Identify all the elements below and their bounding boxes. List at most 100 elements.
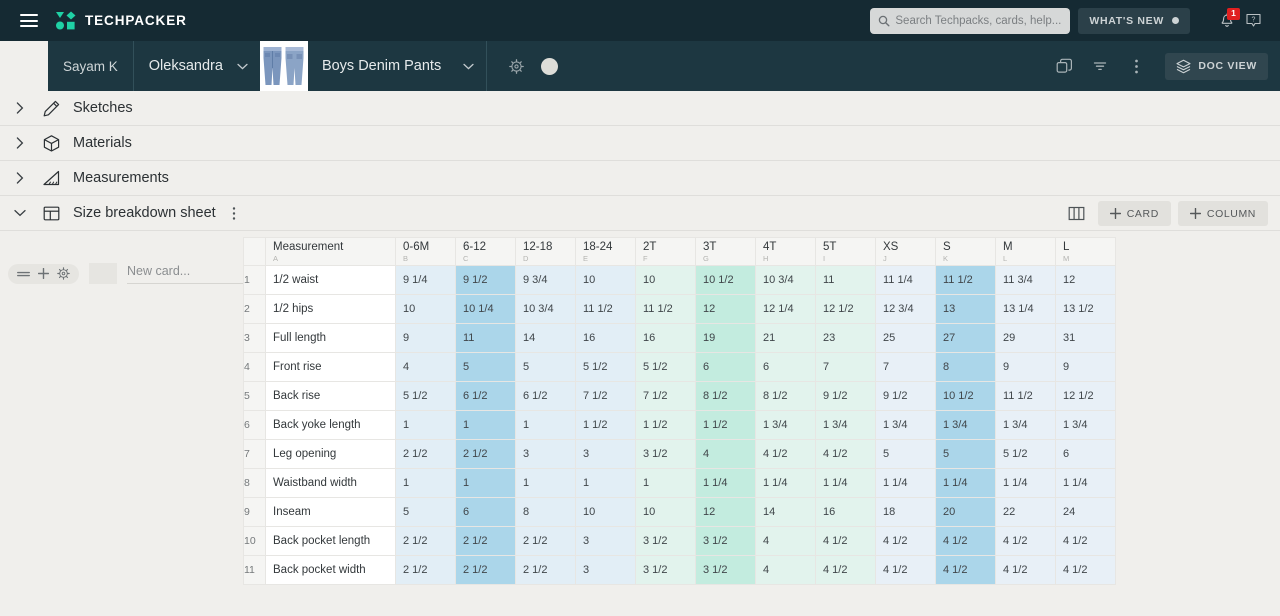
measurement-value-cell[interactable]: 1 [515, 410, 576, 440]
measurement-value-cell[interactable]: 1 1/4 [755, 468, 816, 498]
measurement-value-cell[interactable]: 25 [875, 323, 936, 353]
chevron-right-icon[interactable] [0, 172, 40, 184]
measurement-name-cell[interactable]: 1/2 hips [265, 294, 396, 324]
measurement-name-cell[interactable]: Back pocket length [265, 526, 396, 556]
measurement-value-cell[interactable]: 12 3/4 [875, 294, 936, 324]
measurement-value-cell[interactable]: 13 1/4 [995, 294, 1056, 324]
measurement-value-cell[interactable]: 1 1/4 [875, 468, 936, 498]
measurement-value-cell[interactable]: 1 [575, 468, 636, 498]
measurement-value-cell[interactable]: 3 1/2 [695, 555, 756, 585]
measurement-value-cell[interactable]: 10 [575, 497, 636, 527]
techpack-thumbnail[interactable] [259, 41, 308, 91]
measurement-value-cell[interactable]: 3 [575, 526, 636, 556]
measurement-value-cell[interactable]: 1 3/4 [1055, 410, 1116, 440]
measurement-value-cell[interactable]: 9 1/2 [815, 381, 876, 411]
measurement-value-cell[interactable]: 1 3/4 [755, 410, 816, 440]
breadcrumb-user[interactable]: Sayam K [48, 41, 134, 91]
measurement-value-cell[interactable]: 13 1/2 [1055, 294, 1116, 324]
measurement-value-cell[interactable]: 14 [515, 323, 576, 353]
notifications-button[interactable]: 1 [1214, 7, 1240, 34]
measurement-value-cell[interactable]: 11 1/4 [875, 265, 936, 295]
gear-icon[interactable] [501, 51, 531, 81]
column-header-e[interactable]: 18-24 E [575, 237, 636, 266]
measurement-value-cell[interactable]: 6 [755, 352, 816, 382]
measurement-value-cell[interactable]: 1 3/4 [995, 410, 1056, 440]
measurement-value-cell[interactable]: 8 [935, 352, 996, 382]
measurement-name-cell[interactable]: Front rise [265, 352, 396, 382]
measurement-value-cell[interactable]: 6 [695, 352, 756, 382]
measurement-value-cell[interactable]: 10 [635, 497, 696, 527]
measurement-value-cell[interactable]: 4 [755, 526, 816, 556]
measurement-value-cell[interactable]: 5 [935, 439, 996, 469]
measurement-value-cell[interactable]: 10 [635, 265, 696, 295]
measurement-value-cell[interactable]: 6 1/2 [515, 381, 576, 411]
column-header-j[interactable]: XS J [875, 237, 936, 266]
duplicate-icon[interactable] [1049, 51, 1079, 81]
measurement-value-cell[interactable]: 4 1/2 [1055, 526, 1116, 556]
column-header-h[interactable]: 4T H [755, 237, 816, 266]
measurement-value-cell[interactable]: 1 [395, 468, 456, 498]
measurement-value-cell[interactable]: 8 [515, 497, 576, 527]
measurement-value-cell[interactable]: 5 1/2 [395, 381, 456, 411]
measurement-value-cell[interactable]: 1 1/4 [1055, 468, 1116, 498]
measurement-value-cell[interactable]: 2 1/2 [395, 526, 456, 556]
measurement-value-cell[interactable]: 29 [995, 323, 1056, 353]
measurement-value-cell[interactable]: 3 1/2 [635, 526, 696, 556]
measurement-value-cell[interactable]: 8 1/2 [695, 381, 756, 411]
measurement-value-cell[interactable]: 9 3/4 [515, 265, 576, 295]
measurement-value-cell[interactable]: 2 1/2 [395, 555, 456, 585]
measurement-value-cell[interactable]: 5 [875, 439, 936, 469]
measurement-value-cell[interactable]: 10 3/4 [755, 265, 816, 295]
measurement-value-cell[interactable]: 4 1/2 [935, 555, 996, 585]
filter-icon[interactable] [1085, 51, 1115, 81]
measurement-value-cell[interactable]: 2 1/2 [515, 526, 576, 556]
measurement-name-cell[interactable]: Inseam [265, 497, 396, 527]
sidebar-item-size-breakdown-sheet[interactable]: Size breakdown sheet CARD COLUMN [0, 196, 1280, 231]
measurement-name-cell[interactable]: Back pocket width [265, 555, 396, 585]
measurement-name-cell[interactable]: Leg opening [265, 439, 396, 469]
measurement-value-cell[interactable]: 11 3/4 [995, 265, 1056, 295]
measurement-value-cell[interactable]: 3 [575, 439, 636, 469]
column-header-d[interactable]: 12-18 D [515, 237, 576, 266]
measurement-value-cell[interactable]: 4 1/2 [875, 555, 936, 585]
measurement-value-cell[interactable]: 11 1/2 [635, 294, 696, 324]
measurement-value-cell[interactable]: 11 [815, 265, 876, 295]
measurement-value-cell[interactable]: 4 [695, 439, 756, 469]
measurement-value-cell[interactable]: 1 1/4 [695, 468, 756, 498]
measurement-value-cell[interactable]: 3 [575, 555, 636, 585]
measurement-value-cell[interactable]: 5 [395, 497, 456, 527]
new-card-input[interactable]: New card... [127, 264, 243, 284]
measurement-value-cell[interactable]: 4 1/2 [995, 526, 1056, 556]
measurement-value-cell[interactable]: 12 1/2 [815, 294, 876, 324]
measurement-value-cell[interactable]: 9 1/2 [875, 381, 936, 411]
whats-new-button[interactable]: WHAT'S NEW [1078, 7, 1190, 34]
measurement-value-cell[interactable]: 9 [1055, 352, 1116, 382]
measurement-value-cell[interactable]: 10 1/4 [455, 294, 516, 324]
card-thumbnail-placeholder[interactable] [89, 263, 117, 284]
measurement-value-cell[interactable]: 7 [875, 352, 936, 382]
measurement-value-cell[interactable]: 7 [815, 352, 876, 382]
measurement-name-cell[interactable]: Back rise [265, 381, 396, 411]
measurement-value-cell[interactable]: 2 1/2 [455, 555, 516, 585]
measurement-value-cell[interactable]: 1 [395, 410, 456, 440]
measurement-value-cell[interactable]: 11 1/2 [575, 294, 636, 324]
add-column-button[interactable]: COLUMN [1177, 201, 1268, 226]
measurement-value-cell[interactable]: 8 1/2 [755, 381, 816, 411]
measurement-value-cell[interactable]: 24 [1055, 497, 1116, 527]
measurement-value-cell[interactable]: 4 1/2 [755, 439, 816, 469]
measurement-value-cell[interactable]: 27 [935, 323, 996, 353]
measurement-value-cell[interactable]: 9 [395, 323, 456, 353]
measurement-value-cell[interactable]: 1 1/2 [575, 410, 636, 440]
measurement-value-cell[interactable]: 4 [395, 352, 456, 382]
measurement-value-cell[interactable]: 7 1/2 [635, 381, 696, 411]
measurement-name-cell[interactable]: 1/2 waist [265, 265, 396, 295]
measurement-value-cell[interactable]: 1 1/2 [695, 410, 756, 440]
measurement-value-cell[interactable]: 14 [755, 497, 816, 527]
measurement-value-cell[interactable]: 6 [1055, 439, 1116, 469]
measurement-value-cell[interactable]: 5 1/2 [575, 352, 636, 382]
measurement-value-cell[interactable]: 23 [815, 323, 876, 353]
measurement-value-cell[interactable]: 2 1/2 [455, 526, 516, 556]
measurement-value-cell[interactable]: 4 1/2 [875, 526, 936, 556]
measurement-value-cell[interactable]: 1 1/4 [935, 468, 996, 498]
measurement-value-cell[interactable]: 12 1/4 [755, 294, 816, 324]
